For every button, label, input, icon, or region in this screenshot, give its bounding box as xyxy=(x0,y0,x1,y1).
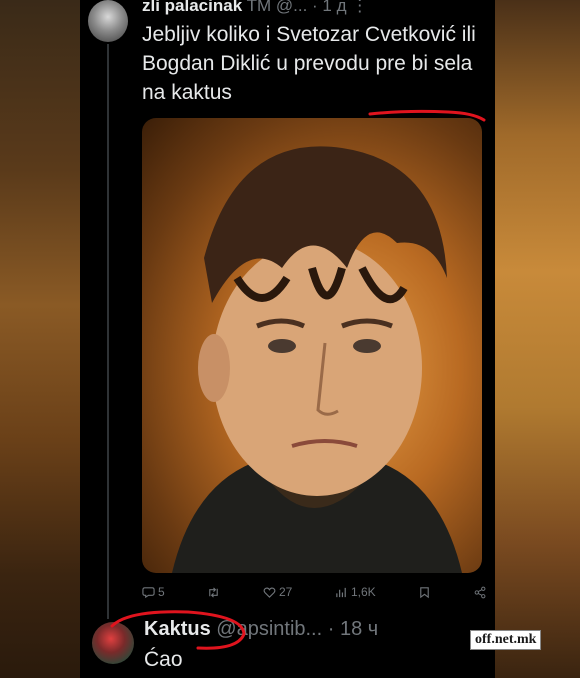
bookmark-button[interactable] xyxy=(418,586,431,599)
tweet-action-bar: 5 27 1,6K xyxy=(142,583,487,601)
views-button[interactable]: 1,6K xyxy=(335,585,376,599)
bookmark-icon xyxy=(420,586,430,598)
tweet-author-name[interactable]: zli palacinak xyxy=(142,0,242,15)
phone-screen: zli palacinak TM @... · 1 д ⋮ Jebljiv ko… xyxy=(80,0,495,678)
views-icon xyxy=(336,587,346,597)
reply-icon xyxy=(142,586,155,598)
blurred-background-right xyxy=(495,0,580,678)
share-icon xyxy=(474,586,486,598)
tweet-meta: TM @... · 1 д xyxy=(246,0,347,15)
tweet-header: zli palacinak TM @... · 1 д ⋮ xyxy=(142,0,368,16)
reply-count: 5 xyxy=(158,585,165,599)
like-button[interactable]: 27 xyxy=(263,585,292,599)
share-button[interactable] xyxy=(474,586,487,599)
retweet-icon xyxy=(209,586,219,598)
thread-line xyxy=(107,44,109,619)
heart-icon xyxy=(263,587,276,598)
red-circle-annotation xyxy=(110,610,246,650)
blurred-background-left xyxy=(0,0,80,678)
portrait-illustration xyxy=(172,146,462,573)
tweet-text: Jebljiv koliko i Svetozar Cvetković ili … xyxy=(142,23,476,104)
reply-button[interactable]: 5 xyxy=(142,585,165,599)
retweet-button[interactable] xyxy=(207,586,220,599)
tweet-image[interactable] xyxy=(142,118,482,573)
like-count: 27 xyxy=(278,585,293,599)
watermark: off.net.mk xyxy=(470,630,542,650)
tweet-more-icon[interactable]: ⋮ xyxy=(351,0,368,15)
view-count: 1,6K xyxy=(350,585,376,599)
tweet-author-avatar[interactable] xyxy=(88,0,128,42)
